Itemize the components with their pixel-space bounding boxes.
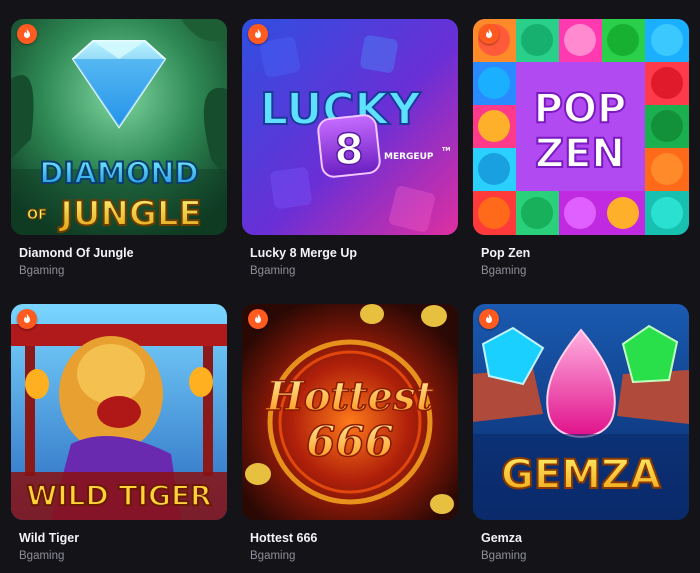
game-art: DIAMOND OF JUNGLE xyxy=(11,19,227,235)
game-thumbnail[interactable]: GEMZA xyxy=(473,304,689,520)
flame-icon xyxy=(248,309,268,329)
game-title[interactable]: Pop Zen xyxy=(481,246,530,260)
game-thumbnail[interactable]: DIAMOND OF JUNGLE xyxy=(11,19,227,235)
logo-666: 666 xyxy=(306,417,394,466)
game-card-diamond-of-jungle[interactable]: DIAMOND OF JUNGLE Diamond Of Jungle Bgam… xyxy=(11,19,227,277)
game-title[interactable]: Hottest 666 xyxy=(250,531,317,545)
games-grid: DIAMOND OF JUNGLE Diamond Of Jungle Bgam… xyxy=(0,0,700,573)
game-card-wild-tiger[interactable]: WILD TIGER Wild Tiger Bgaming xyxy=(11,304,227,562)
game-thumbnail[interactable]: POP ZEN xyxy=(473,19,689,235)
flame-icon xyxy=(248,24,268,44)
game-card-lucky-8-merge-up[interactable]: LUCKY 8 MERGEUP TM Lucky 8 Merge Up Bgam… xyxy=(242,19,458,277)
game-art: POP ZEN xyxy=(473,19,689,235)
logo-eight: 8 xyxy=(334,125,363,174)
game-card-gemza[interactable]: GEMZA Gemza Bgaming xyxy=(473,304,689,562)
logo-diamond: DIAMOND xyxy=(39,156,198,190)
logo-pop: POP xyxy=(534,86,627,132)
logo-tm: TM xyxy=(442,147,450,153)
flame-icon xyxy=(17,24,37,44)
logo-zen: ZEN xyxy=(535,131,625,177)
game-provider: Bgaming xyxy=(481,265,527,277)
game-art: LUCKY 8 MERGEUP TM xyxy=(242,19,458,235)
logo-hottest: Hottest xyxy=(265,373,434,420)
game-art: GEMZA xyxy=(473,304,689,520)
game-title[interactable]: Lucky 8 Merge Up xyxy=(250,246,357,260)
logo-wild-tiger: WILD TIGER xyxy=(26,479,211,512)
logo-gemza: GEMZA xyxy=(501,452,661,498)
flame-icon xyxy=(479,309,499,329)
logo-of: OF xyxy=(27,208,47,223)
game-thumbnail[interactable]: LUCKY 8 MERGEUP TM xyxy=(242,19,458,235)
game-title[interactable]: Diamond Of Jungle xyxy=(19,246,134,260)
game-provider: Bgaming xyxy=(250,550,296,562)
flame-icon xyxy=(479,24,499,44)
game-thumbnail[interactable]: Hottest 666 xyxy=(242,304,458,520)
logo-jungle: JUNGLE xyxy=(58,194,202,234)
game-title[interactable]: Gemza xyxy=(481,531,522,545)
game-art: Hottest 666 xyxy=(242,304,458,520)
game-card-pop-zen[interactable]: POP ZEN Pop Zen Bgaming xyxy=(473,19,689,277)
game-provider: Bgaming xyxy=(250,265,296,277)
flame-icon xyxy=(17,309,37,329)
game-provider: Bgaming xyxy=(481,550,527,562)
game-provider: Bgaming xyxy=(19,550,65,562)
game-card-hottest-666[interactable]: Hottest 666 Hottest 666 Bgaming xyxy=(242,304,458,562)
game-art: WILD TIGER xyxy=(11,304,227,520)
logo-mergeup: MERGEUP xyxy=(384,152,434,162)
game-title[interactable]: Wild Tiger xyxy=(19,531,79,545)
game-thumbnail[interactable]: WILD TIGER xyxy=(11,304,227,520)
game-provider: Bgaming xyxy=(19,265,65,277)
